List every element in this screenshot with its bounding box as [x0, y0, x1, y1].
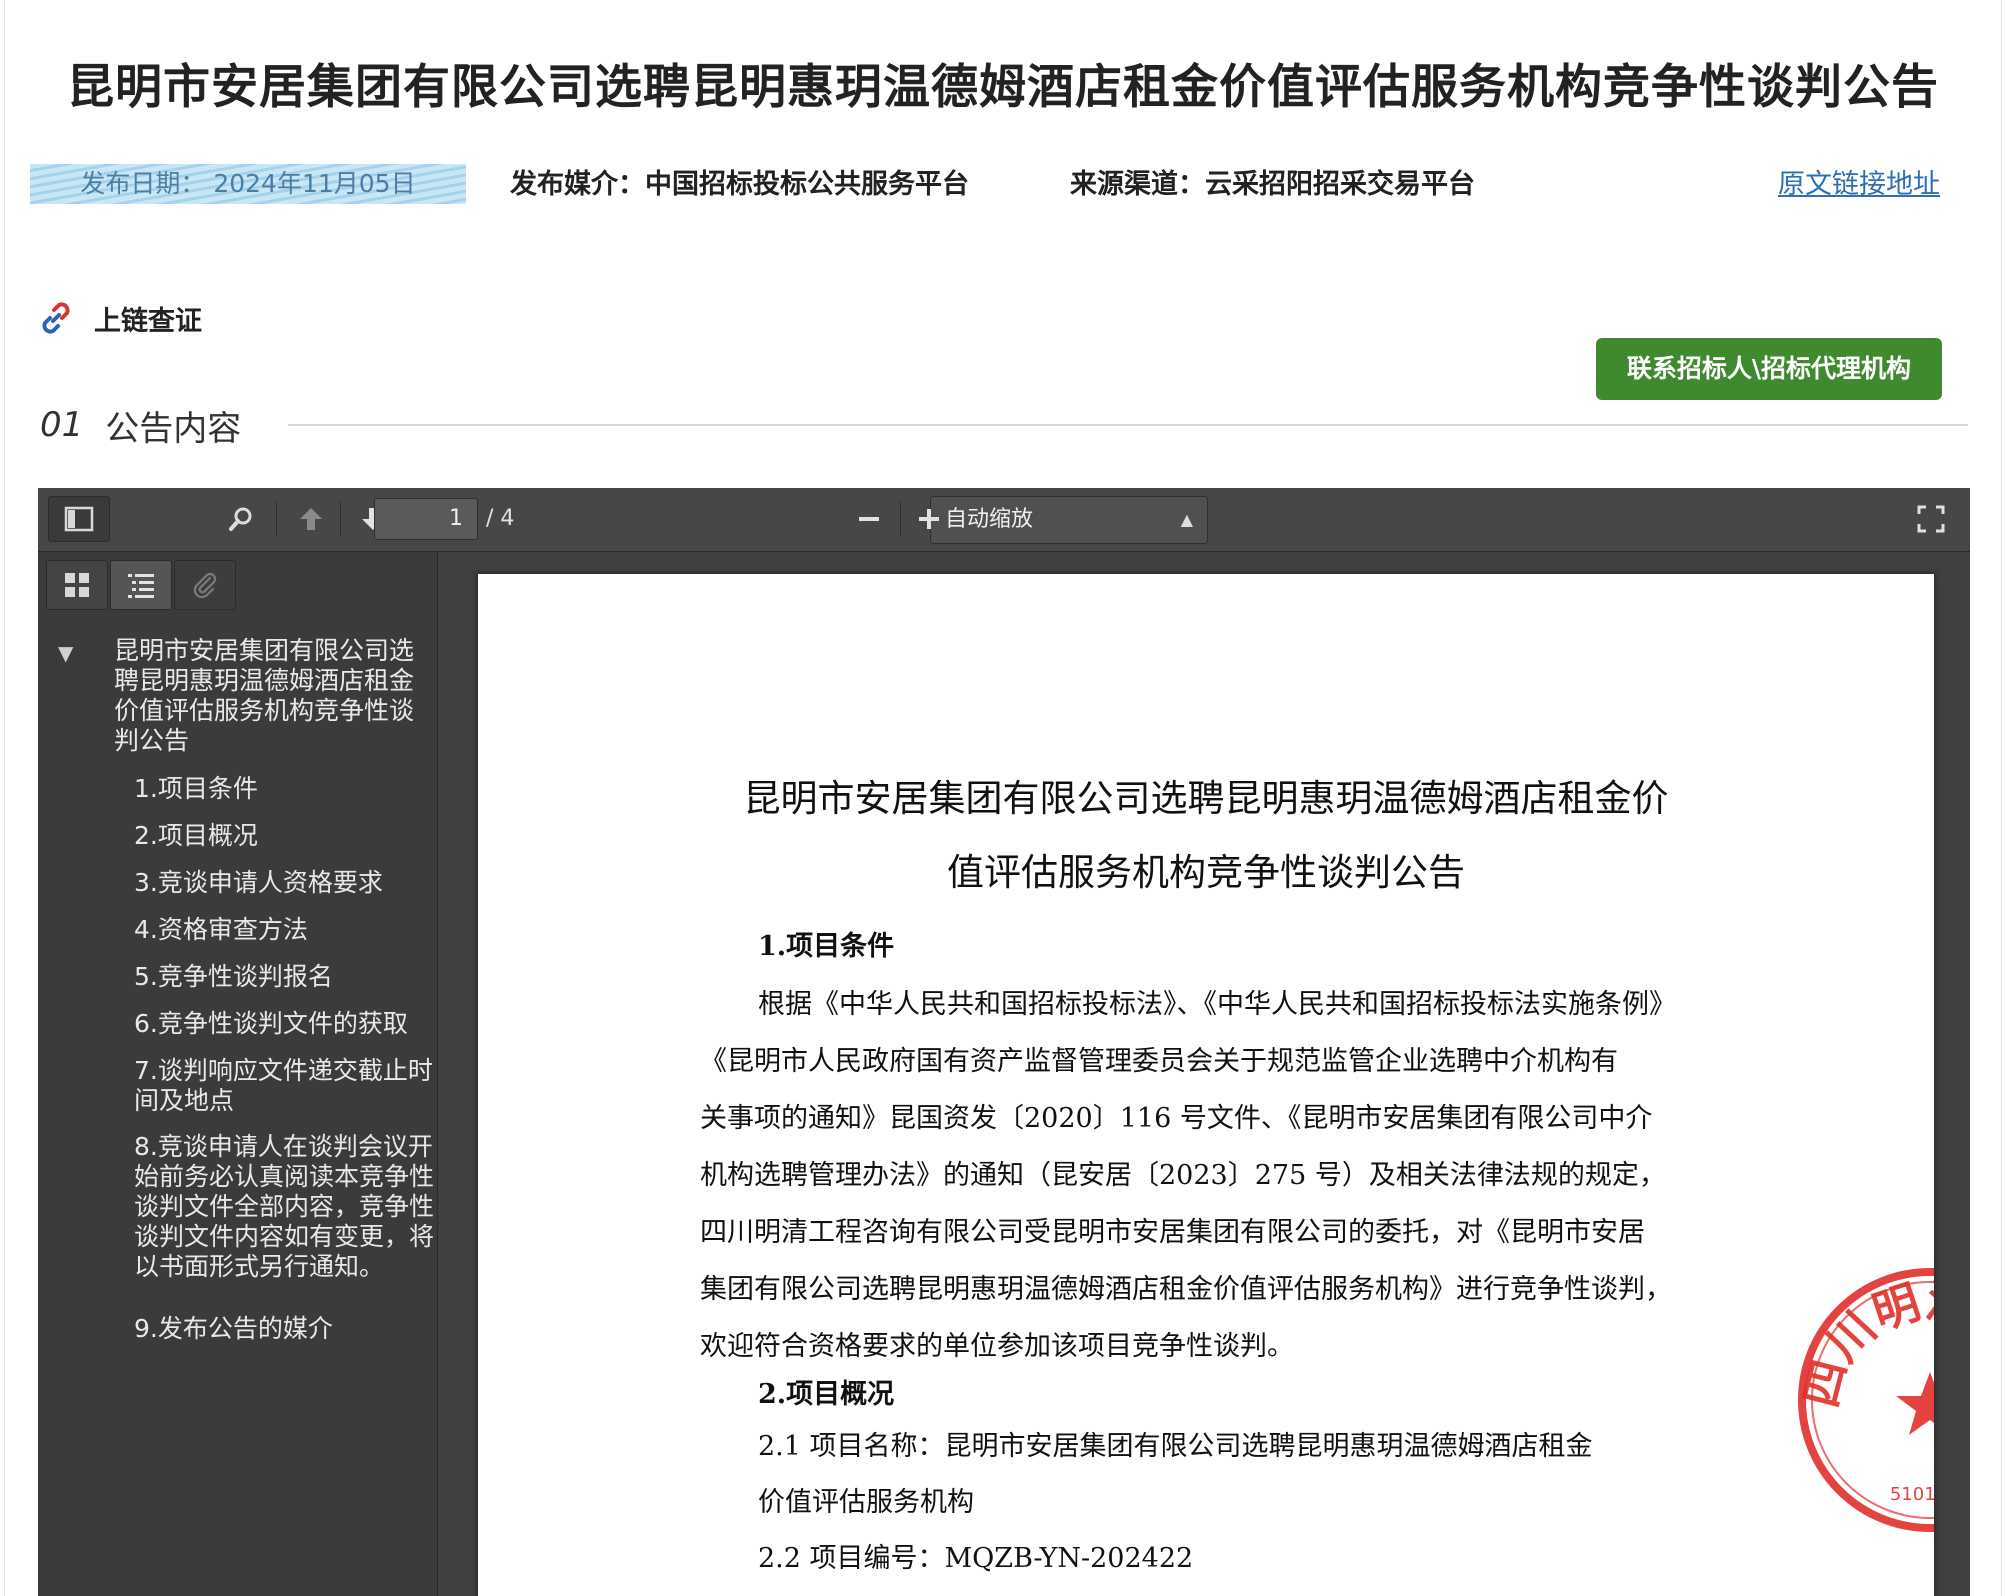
toolbar-separator — [900, 502, 901, 536]
select-caret-icon: ▲ — [1180, 510, 1193, 529]
source-channel: 来源渠道：云采招阳招采交易平台 — [1070, 162, 1475, 208]
paragraph-line: 机构选聘管理办法》的通知（昆安居〔2023〕275 号）及相关法律法规的规定， — [700, 1160, 1666, 1191]
minus-icon — [859, 517, 879, 521]
sidebar-toggle-button[interactable] — [48, 496, 110, 542]
document-title-line: 昆明市安居集团有限公司选聘昆明惠玥温德姆酒店租金价 — [743, 777, 1669, 820]
paragraph-line: 2.1 项目名称：昆明市安居集团有限公司选聘昆明惠玥温德姆酒店租金 — [758, 1431, 1593, 1462]
chain-link-icon — [42, 302, 70, 334]
contact-tenderer-button[interactable]: 联系招标人\招标代理机构 — [1596, 338, 1942, 400]
seal-number: 5101071 — [1890, 1484, 1934, 1505]
section-heading: 2.项目概况 — [758, 1379, 895, 1410]
paragraph-line: 《昆明市人民政府国有资产监督管理委员会关于规范监管企业选聘中介机构有 — [700, 1046, 1618, 1077]
section-label: 公告内容 — [105, 408, 242, 449]
paragraph-line: 欢迎符合资格要求的单位参加该项目竞争性谈判。 — [700, 1331, 1294, 1362]
pdf-sidebar: ▼ 昆明市安居集团有限公司选聘昆明惠玥温德姆酒店租金价值评估服务机构竞争性谈判公… — [38, 552, 438, 1596]
outline-item[interactable]: 8.竞谈申请人在谈判会议开始前务必认真阅读本竞争性谈判文件全部内容，竞争性谈判文… — [134, 1132, 434, 1282]
company-seal-stamp: 四川明清工程 5101071 — [1793, 1268, 1934, 1532]
original-link[interactable]: 原文链接地址 — [1778, 162, 1940, 208]
list-icon — [128, 574, 154, 598]
zoom-select[interactable]: 自动缩放 ▲ — [930, 496, 1208, 544]
publish-media-value: 中国招标投标公共服务平台 — [645, 169, 969, 200]
pdf-toolbar: 1 / 4 自动缩放 ▲ — [38, 488, 1970, 552]
page-title: 昆明市安居集团有限公司选聘昆明惠玥温德姆酒店租金价值评估服务机构竞争性谈判公告 — [67, 60, 1939, 115]
outline-item[interactable]: 1.项目条件 — [134, 774, 434, 804]
section-number: 01 — [40, 405, 84, 445]
fullscreen-button[interactable] — [1906, 496, 1956, 542]
zoom-select-value: 自动缩放 — [945, 507, 1034, 532]
sidebar-icon — [64, 506, 94, 532]
publish-media-label: 发布媒介： — [510, 169, 645, 200]
previous-page-button[interactable] — [286, 496, 336, 542]
sidebar-tabs — [46, 560, 236, 610]
section-heading: 1.项目条件 — [758, 931, 895, 962]
outline-item[interactable]: 4.资格审查方法 — [134, 915, 434, 945]
chain-verify-label: 上链查证 — [94, 305, 202, 337]
outline-root-label: 昆明市安居集团有限公司选聘昆明惠玥温德姆酒店租金价值评估服务机构竞争性谈判公告 — [114, 636, 415, 755]
source-channel-label: 来源渠道： — [1070, 169, 1205, 200]
arrow-up-icon — [300, 508, 322, 530]
pdf-page: 昆明市安居集团有限公司选聘昆明惠玥温德姆酒店租金价 值评估服务机构竞争性谈判公告… — [478, 574, 1934, 1596]
paragraph-line: 价值评估服务机构 — [758, 1487, 974, 1518]
source-channel-value: 云采招阳招采交易平台 — [1205, 169, 1475, 200]
pdf-viewer: 1 / 4 自动缩放 ▲ ▼ 昆明市安居集团有限公司选聘昆明惠玥温德姆酒店租金价… — [38, 488, 1970, 1596]
publish-date: 发布日期： 2024年11月05日 — [30, 164, 466, 204]
page-total: / 4 — [486, 506, 515, 531]
zoom-in-button[interactable] — [904, 496, 954, 542]
collapse-triangle-icon[interactable]: ▼ — [58, 638, 73, 668]
outline-item[interactable]: 9.发布公告的媒介 — [134, 1314, 434, 1344]
paragraph-line: 2.2 项目编号：MQZB-YN-202422 — [758, 1543, 1194, 1574]
grid-icon — [65, 573, 89, 597]
outline-item[interactable]: 7.谈判响应文件递交截止时间及地点 — [134, 1056, 434, 1116]
meta-row: 发布日期： 2024年11月05日 发布媒介：中国招标投标公共服务平台 来源渠道… — [30, 162, 1940, 208]
section-header: 01 公告内容 — [40, 400, 241, 450]
fullscreen-icon — [1917, 505, 1945, 533]
paragraph-line: 根据《中华人民共和国招标投标法》、《中华人民共和国招标投标法实施条例》 — [758, 989, 1676, 1020]
attachments-view-tab[interactable] — [174, 560, 236, 610]
outline-item[interactable]: 3.竞谈申请人资格要求 — [134, 868, 434, 898]
thumbnail-view-tab[interactable] — [46, 560, 108, 610]
chain-verify[interactable]: 上链查证 — [36, 296, 202, 340]
plus-icon — [919, 509, 939, 529]
paragraph-line: 关事项的通知》昆国资发〔2020〕116 号文件、《昆明市安居集团有限公司中介 — [700, 1103, 1653, 1134]
find-button[interactable] — [216, 496, 266, 542]
toolbar-separator — [340, 502, 341, 536]
document-title-line: 值评估服务机构竞争性谈判公告 — [947, 851, 1465, 894]
outline-view-tab[interactable] — [110, 560, 172, 610]
outline-item[interactable]: 5.竞争性谈判报名 — [134, 962, 434, 992]
outline-item[interactable]: 2.项目概况 — [134, 821, 434, 851]
outline-item[interactable]: 6.竞争性谈判文件的获取 — [134, 1009, 434, 1039]
paragraph-line: 集团有限公司选聘昆明惠玥温德姆酒店租金价值评估服务机构》进行竞争性谈判， — [700, 1274, 1672, 1305]
paragraph-line: 四川明清工程咨询有限公司受昆明市安居集团有限公司的委托，对《昆明市安居 — [700, 1217, 1645, 1248]
zoom-out-button[interactable] — [844, 496, 894, 542]
paperclip-icon — [193, 572, 217, 599]
toolbar-separator — [276, 502, 277, 536]
search-icon — [229, 507, 252, 531]
section-divider — [288, 424, 1968, 426]
publish-media: 发布媒介：中国招标投标公共服务平台 — [510, 162, 969, 208]
page-number-input[interactable]: 1 — [374, 498, 478, 540]
